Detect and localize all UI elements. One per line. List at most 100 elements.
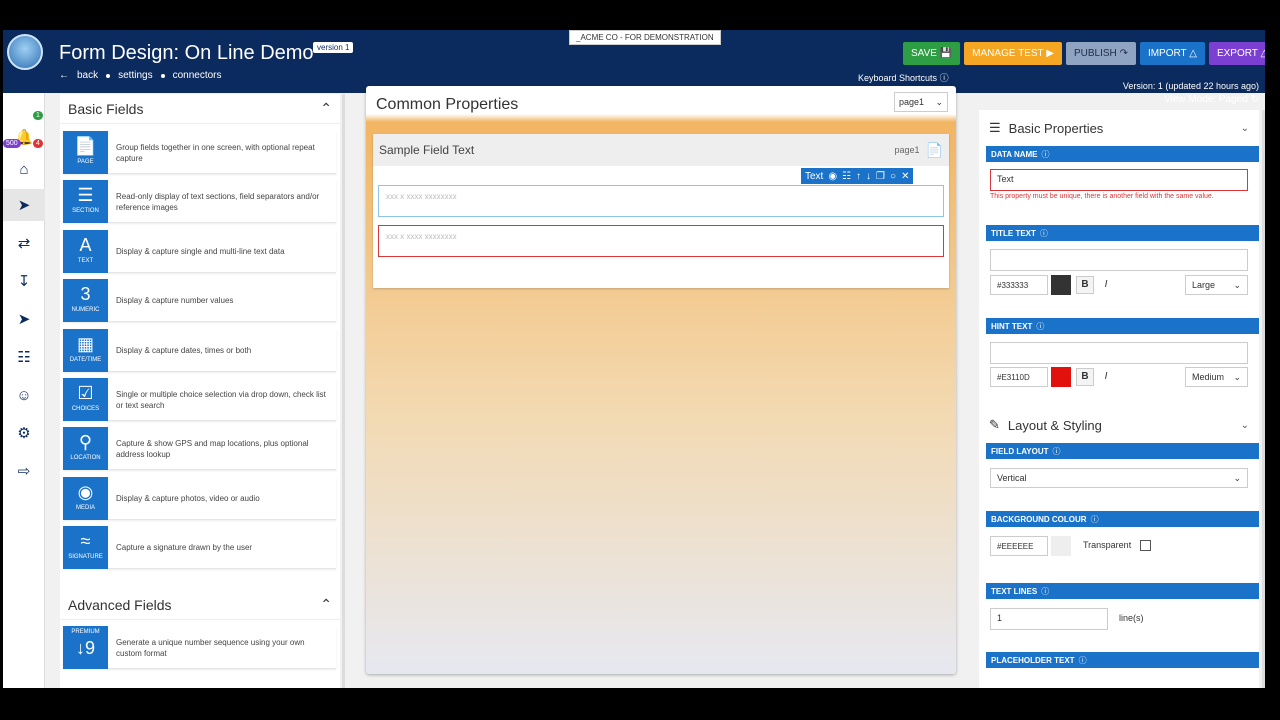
field-item-datetime[interactable]: ▦ DATE/TIME Display & capture dates, time… bbox=[63, 329, 336, 372]
field-desc: Display & capture photos, video or audio bbox=[116, 494, 260, 503]
hierarchy-icon[interactable]: ☷ bbox=[842, 171, 851, 182]
title-color-swatch[interactable] bbox=[1051, 275, 1071, 295]
version-text: Version: 1 (updated 22 hours ago) bbox=[1122, 81, 1259, 91]
chevron-down-icon: ⌄ bbox=[1233, 279, 1241, 290]
field-item-sequence[interactable]: PREMIUM ↓9 Generate a unique number seque… bbox=[63, 626, 336, 669]
field-desc: Display & capture number values bbox=[116, 296, 234, 305]
help-icon[interactable]: ⓘ bbox=[1079, 655, 1087, 666]
logout-icon[interactable]: ⇨ bbox=[3, 455, 45, 487]
page-title: Form Design: On Line Demo bbox=[59, 42, 314, 64]
download-icon[interactable]: ↧ bbox=[3, 265, 45, 297]
chevron-up-icon: ⌃ bbox=[320, 596, 332, 612]
field-label: MEDIA bbox=[75, 505, 95, 511]
page-icon: 📄 PAGE bbox=[63, 131, 108, 174]
palette-icon[interactable]: ◉ bbox=[828, 171, 837, 182]
copy-icon[interactable]: ❐ bbox=[876, 171, 885, 182]
help-icon[interactable]: ⓘ bbox=[1041, 586, 1049, 597]
field-desc: Display & capture single and multi-line … bbox=[116, 247, 285, 256]
basic-properties-header[interactable]: ☰ Basic Properties ⌄ bbox=[979, 113, 1259, 143]
title-italic-button[interactable]: I bbox=[1097, 276, 1115, 294]
hint-bold-button[interactable]: B bbox=[1076, 368, 1094, 386]
field-item-page[interactable]: 📄 PAGE Group fields together in one scree… bbox=[63, 131, 336, 174]
layout-styling-header[interactable]: ✎ Layout & Styling ⌄ bbox=[979, 410, 1259, 440]
basic-fields-header[interactable]: Basic Fields ⌃ bbox=[60, 94, 340, 124]
export-button[interactable]: EXPORT △ bbox=[1208, 42, 1265, 65]
chevron-down-icon: ⌄ bbox=[935, 96, 943, 107]
title-text-input[interactable] bbox=[990, 249, 1248, 271]
publish-button[interactable]: PUBLISH ↷ bbox=[1065, 42, 1136, 65]
chevron-down-icon: ⌄ bbox=[1240, 419, 1249, 431]
text-lines-label: TEXT LINES bbox=[991, 586, 1038, 596]
toolbar-label: Text bbox=[805, 170, 824, 182]
help-icon[interactable]: ⓘ bbox=[1042, 149, 1050, 160]
data-name-section: DATA NAME ⓘ bbox=[986, 146, 1259, 162]
properties-scrollbar[interactable] bbox=[1262, 110, 1265, 688]
basic-properties-title: Basic Properties bbox=[1008, 120, 1104, 136]
checkbox-icon: ☑ CHOICES bbox=[63, 378, 108, 421]
app-logo[interactable] bbox=[7, 34, 43, 70]
keyboard-shortcuts-link[interactable]: Keyboard Shortcuts ⓘ bbox=[858, 71, 949, 84]
arrow-down-icon[interactable]: ↓ bbox=[866, 171, 871, 182]
hint-italic-button[interactable]: I bbox=[1097, 368, 1115, 386]
import-button[interactable]: IMPORT △ bbox=[1139, 42, 1205, 65]
title-text-section: TITLE TEXT ⓘ bbox=[986, 225, 1259, 241]
text-lines-input[interactable]: 1 bbox=[990, 608, 1108, 630]
top-bar: Form Design: On Line Demo version 1 _ACM… bbox=[3, 30, 1265, 105]
send-icon[interactable]: ➤ bbox=[3, 303, 45, 335]
save-button[interactable]: SAVE 💾 bbox=[903, 42, 961, 65]
field-layout-select[interactable]: Vertical ⌄ bbox=[990, 468, 1248, 488]
field-item-signature[interactable]: ≈ SIGNATURE Capture a signature drawn by … bbox=[63, 526, 336, 569]
save-label: SAVE bbox=[911, 48, 937, 59]
brush-icon: ✎ bbox=[989, 417, 1000, 432]
sample-input-1[interactable]: xxx x xxxx xxxxxxxx bbox=[378, 185, 944, 217]
gear-icon[interactable]: ⚙ bbox=[3, 417, 45, 449]
hint-size-select[interactable]: Medium ⌄ bbox=[1185, 367, 1248, 387]
transparent-checkbox[interactable] bbox=[1140, 540, 1151, 551]
background-colour-label: BACKGROUND COLOUR bbox=[991, 514, 1087, 524]
field-palette-scrollbar[interactable] bbox=[342, 94, 345, 688]
rocket-icon[interactable]: ➤ bbox=[3, 189, 45, 221]
field-item-numeric[interactable]: 3 NUMERIC Display & capture number values bbox=[63, 279, 336, 322]
hierarchy-icon[interactable]: ☷ bbox=[3, 341, 45, 373]
transfer-icon[interactable]: ⇄ bbox=[3, 227, 45, 259]
title-color-input[interactable]: #333333 bbox=[990, 275, 1048, 295]
field-item-section[interactable]: ☰ SECTION Read-only display of text secti… bbox=[63, 180, 336, 223]
advanced-fields-header[interactable]: Advanced Fields ⌃ bbox=[60, 590, 340, 620]
help-icon[interactable]: ⓘ bbox=[1091, 514, 1099, 525]
page-select-value: page1 bbox=[899, 97, 925, 107]
settings-link[interactable]: settings bbox=[118, 70, 152, 81]
field-card[interactable]: Sample Field Text page1 📄 Text ◉ ☷ ↑ ↓ ❐ … bbox=[373, 134, 949, 288]
help-icon[interactable]: ⓘ bbox=[1052, 446, 1060, 457]
properties-panel: ☰ Basic Properties ⌄ DATA NAME ⓘ Text Thi… bbox=[979, 110, 1259, 688]
field-label: CHOICES bbox=[71, 406, 100, 412]
background-colour-swatch[interactable] bbox=[1051, 536, 1071, 556]
title-size-select[interactable]: Large ⌄ bbox=[1185, 275, 1248, 295]
help-icon[interactable]: ⓘ bbox=[1040, 228, 1048, 239]
hint-color-input[interactable]: #E3110D bbox=[990, 367, 1048, 387]
view-mode-toggle[interactable]: View Mode: Paged ↻ bbox=[1123, 93, 1259, 106]
hint-color-swatch[interactable] bbox=[1051, 367, 1071, 387]
hint-text-input[interactable] bbox=[990, 342, 1248, 364]
field-item-location[interactable]: ⚲ LOCATION Capture & show GPS and map loc… bbox=[63, 427, 336, 470]
help-icon[interactable]: ⓘ bbox=[1036, 321, 1044, 332]
background-colour-input[interactable]: #EEEEEE bbox=[990, 536, 1048, 556]
field-item-choices[interactable]: ☑ CHOICES Single or multiple choice selec… bbox=[63, 378, 336, 421]
field-item-text[interactable]: A TEXT Display & capture single and multi… bbox=[63, 230, 336, 273]
home-icon[interactable]: ⌂ bbox=[3, 153, 45, 185]
comment-icon[interactable]: ○ bbox=[890, 171, 896, 182]
back-arrow-icon[interactable]: ← bbox=[59, 70, 69, 81]
users-icon[interactable]: ☺ bbox=[3, 379, 45, 411]
field-item-media[interactable]: ◉ MEDIA Display & capture photos, video o… bbox=[63, 477, 336, 520]
data-name-input[interactable]: Text bbox=[990, 169, 1248, 191]
arrow-up-icon[interactable]: ↑ bbox=[856, 171, 861, 182]
page-select[interactable]: page1 ⌄ bbox=[894, 92, 948, 112]
screen-bottom-border bbox=[0, 688, 1280, 720]
breadcrumb: ← back settings connectors bbox=[59, 70, 222, 81]
bell-icon[interactable]: 🔔 bbox=[3, 121, 45, 153]
connectors-link[interactable]: connectors bbox=[173, 70, 222, 81]
back-link[interactable]: back bbox=[77, 70, 98, 81]
manage-test-button[interactable]: MANAGE TEST ▶ bbox=[964, 42, 1062, 65]
sample-input-2[interactable]: xxx x xxxx xxxxxxxx bbox=[378, 225, 944, 257]
close-icon[interactable]: ✕ bbox=[901, 171, 909, 182]
title-bold-button[interactable]: B bbox=[1076, 276, 1094, 294]
